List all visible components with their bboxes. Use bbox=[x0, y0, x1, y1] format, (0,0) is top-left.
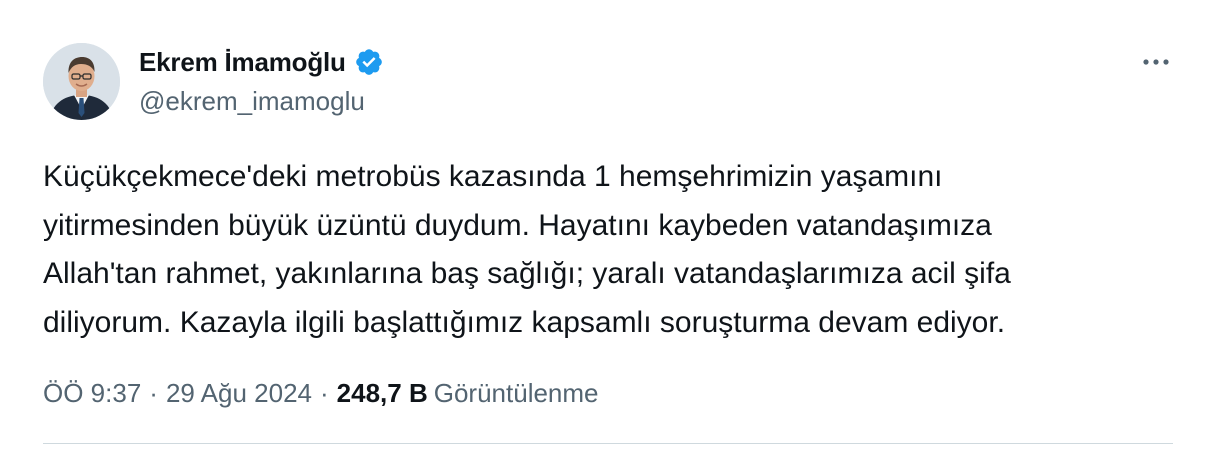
tweet-text-line: Küçükçekmece'deki metrobüs kazasında 1 h… bbox=[43, 160, 943, 193]
tweet-text-line: diliyorum. Kazayla ilgili başlattığımız … bbox=[43, 305, 1006, 339]
author-display-name[interactable]: Ekrem İmamoğlu bbox=[139, 47, 346, 78]
more-horizontal-icon bbox=[1143, 59, 1169, 65]
tweet-card: Ekrem İmamoğlu @ekrem_imamoglu Küçükçekm… bbox=[0, 0, 1214, 458]
avatar[interactable] bbox=[43, 43, 120, 120]
tweet-text-line: Allah'tan rahmet, yakınlarına baş sağlığ… bbox=[43, 257, 1011, 290]
tweet-time: ÖÖ 9:37 bbox=[43, 377, 142, 408]
tweet-timestamp-link[interactable]: ÖÖ 9:37 · 29 Ağu 2024 bbox=[43, 378, 312, 409]
divider bbox=[43, 443, 1173, 444]
meta-separator: · bbox=[149, 377, 158, 408]
avatar-image bbox=[43, 43, 120, 120]
author-handle[interactable]: @ekrem_imamoglu bbox=[139, 86, 365, 117]
more-options-button[interactable] bbox=[1136, 48, 1176, 76]
tweet-date: 29 Ağu 2024 bbox=[165, 377, 312, 408]
tweet-meta: ÖÖ 9:37 · 29 Ağu 2024 · 248,7 B Görüntülen… bbox=[43, 375, 599, 411]
tweet-text-line: yitirmesinden büyük üzüntü duydum. Hayat… bbox=[43, 208, 992, 242]
views-count: 248,7 B bbox=[336, 377, 428, 408]
meta-separator: · bbox=[320, 377, 329, 408]
author-name-row: Ekrem İmamoğlu bbox=[139, 44, 384, 80]
verified-badge-icon[interactable] bbox=[354, 47, 384, 77]
views-label: Görüntülenme bbox=[433, 377, 599, 408]
tweet-text: Küçükçekmece'deki metrobüs kazasında 1 h… bbox=[43, 153, 1173, 347]
